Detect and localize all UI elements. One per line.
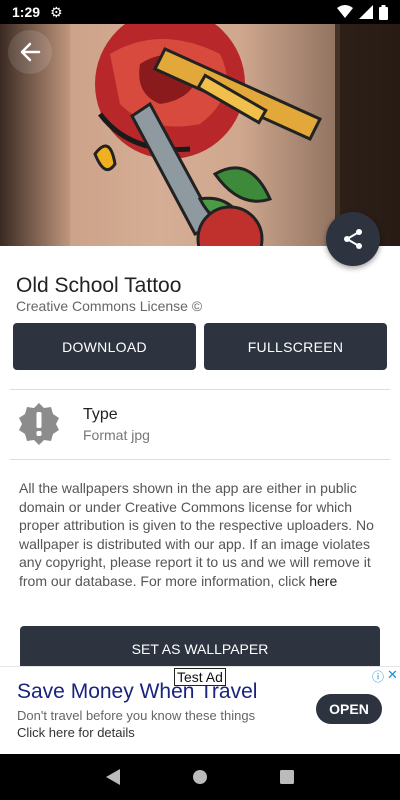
status-time: 1:29 [12, 4, 41, 20]
license-text: Creative Commons License © [16, 298, 203, 314]
type-value: Format jpg [83, 427, 150, 443]
divider [10, 389, 390, 390]
wallpaper-preview-image[interactable] [0, 24, 400, 246]
status-icons [337, 4, 388, 20]
copyright-notice: All the wallpapers shown in the app are … [19, 479, 384, 590]
status-bar: 1:29 ⚙ [0, 0, 400, 24]
nav-recents-icon[interactable] [280, 770, 294, 784]
tattoo-illustration [70, 24, 400, 246]
more-info-link[interactable]: here [309, 573, 337, 589]
ad-test-tag: Test Ad [174, 668, 226, 686]
alert-badge-icon [19, 403, 59, 445]
share-button[interactable] [326, 212, 380, 266]
arrow-left-icon [20, 42, 41, 62]
battery-icon [379, 4, 388, 20]
nav-back-icon[interactable] [106, 769, 120, 785]
divider [10, 459, 390, 460]
ad-cta-text[interactable]: Click here for details [17, 725, 135, 740]
download-button[interactable]: DOWNLOAD [13, 323, 196, 370]
ad-close-icon[interactable]: ✕ [387, 667, 398, 683]
gear-icon: ⚙ [50, 3, 63, 20]
ad-choices-icon[interactable]: ⓘ [372, 668, 384, 685]
system-nav-bar [0, 754, 400, 800]
ad-open-button[interactable]: OPEN [316, 694, 382, 724]
fullscreen-button[interactable]: FULLSCREEN [204, 323, 387, 370]
wifi-icon [337, 5, 353, 18]
cellular-signal-icon [359, 5, 373, 19]
ad-body[interactable]: Don't travel before you know these thing… [17, 708, 255, 723]
wallpaper-title: Old School Tattoo [16, 274, 182, 297]
back-button[interactable] [8, 30, 52, 74]
share-icon [344, 229, 362, 249]
type-label: Type [83, 406, 118, 423]
nav-home-icon[interactable] [192, 769, 208, 785]
